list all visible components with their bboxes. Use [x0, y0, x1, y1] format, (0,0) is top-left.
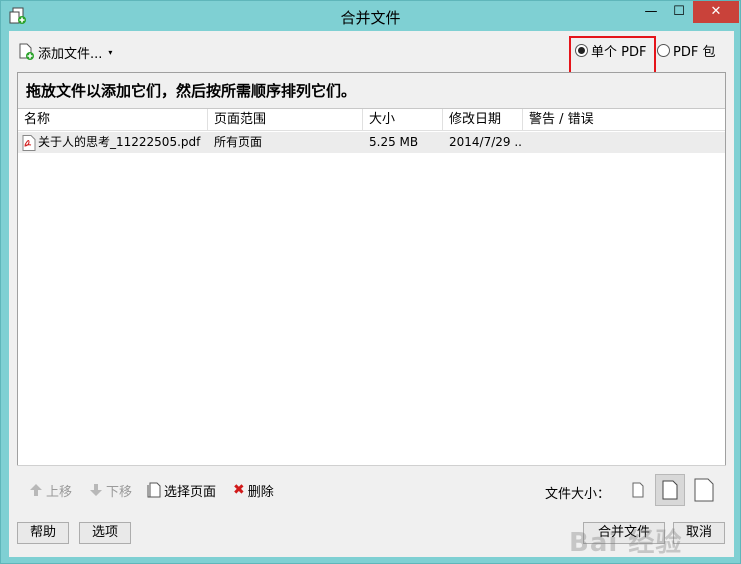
file-size-medium-button[interactable] — [655, 474, 685, 506]
minimize-button[interactable]: — — [637, 1, 665, 23]
add-files-button[interactable]: 添加文件... ▾ — [17, 41, 112, 63]
move-down-label: 下移 — [106, 484, 133, 500]
file-size-large-button[interactable] — [689, 474, 719, 506]
cell-name: 关于人的思考_11222505.pdf — [18, 132, 208, 153]
column-header-size[interactable]: 大小 — [363, 109, 443, 131]
window-title: 合并文件 — [340, 9, 401, 27]
column-header-name[interactable]: 名称 — [18, 109, 208, 131]
column-header-page-range[interactable]: 页面范围 — [208, 109, 363, 131]
combine-files-window: 合并文件 — ☐ ✕ 添加文件... ▾ 单个 PDF PDF 包 拖放文件以添… — [0, 0, 741, 564]
pdf-package-label: PDF 包 — [673, 45, 716, 60]
delete-button[interactable]: ✖ 删除 — [233, 480, 274, 500]
pdf-package-option[interactable]: PDF 包 — [657, 41, 715, 60]
pdf-file-icon — [22, 134, 36, 151]
red-highlight-box — [569, 36, 656, 77]
file-name: 关于人的思考_11222505.pdf — [38, 135, 201, 149]
bottom-toolbar: 上移 下移 选择页面 ✖ 删除 文件大小： — [17, 465, 726, 513]
small-page-icon — [632, 482, 644, 498]
arrow-up-icon — [30, 484, 42, 496]
delete-x-icon: ✖ — [233, 482, 245, 498]
column-header-modified[interactable]: 修改日期 — [443, 109, 523, 131]
pages-icon — [147, 482, 161, 498]
combine-files-button[interactable]: 合并文件 — [583, 522, 665, 544]
close-button[interactable]: ✕ — [693, 1, 739, 23]
cell-modified: 2014/7/29 ... — [449, 135, 523, 149]
select-pages-button[interactable]: 选择页面 — [147, 480, 216, 500]
top-toolbar: 添加文件... ▾ 单个 PDF PDF 包 — [9, 31, 734, 77]
move-down-button[interactable]: 下移 — [89, 480, 132, 500]
file-list-panel[interactable]: 拖放文件以添加它们，然后按所需顺序排列它们。 名称 页面范围 大小 修改日期 警… — [17, 72, 726, 513]
column-header-warning[interactable]: 警告 / 错误 — [523, 109, 725, 131]
delete-label: 删除 — [247, 484, 274, 500]
cell-page-range: 所有页面 — [214, 135, 263, 149]
help-button[interactable]: 帮助 — [17, 522, 69, 544]
file-size-label: 文件大小： — [545, 487, 611, 502]
move-up-label: 上移 — [46, 484, 73, 500]
add-file-icon — [19, 43, 34, 60]
cell-warning — [523, 132, 725, 153]
dialog-body: 添加文件... ▾ 单个 PDF PDF 包 拖放文件以添加它们，然后按所需顺序… — [9, 31, 734, 558]
large-page-icon — [694, 478, 714, 502]
move-up-button[interactable]: 上移 — [29, 480, 72, 500]
title-bar[interactable]: 合并文件 — ☐ ✕ — [1, 1, 740, 31]
options-button[interactable]: 选项 — [79, 522, 131, 544]
add-files-label: 添加文件... — [38, 46, 103, 62]
pdf-package-radio[interactable] — [657, 44, 670, 57]
cancel-button[interactable]: 取消 — [673, 522, 725, 544]
select-pages-label: 选择页面 — [164, 484, 217, 500]
maximize-button[interactable]: ☐ — [665, 1, 693, 23]
instruction-banner: 拖放文件以添加它们，然后按所需顺序排列它们。 — [18, 73, 725, 109]
file-size-small-button[interactable] — [623, 474, 653, 506]
chevron-down-icon: ▾ — [108, 47, 113, 57]
table-header: 名称 页面范围 大小 修改日期 警告 / 错误 — [18, 109, 725, 131]
arrow-down-icon — [90, 484, 102, 496]
medium-page-icon — [662, 480, 678, 500]
cell-size: 5.25 MB — [369, 135, 419, 149]
table-row[interactable]: 关于人的思考_11222505.pdf 所有页面 5.25 MB 2014/7/… — [18, 132, 725, 153]
